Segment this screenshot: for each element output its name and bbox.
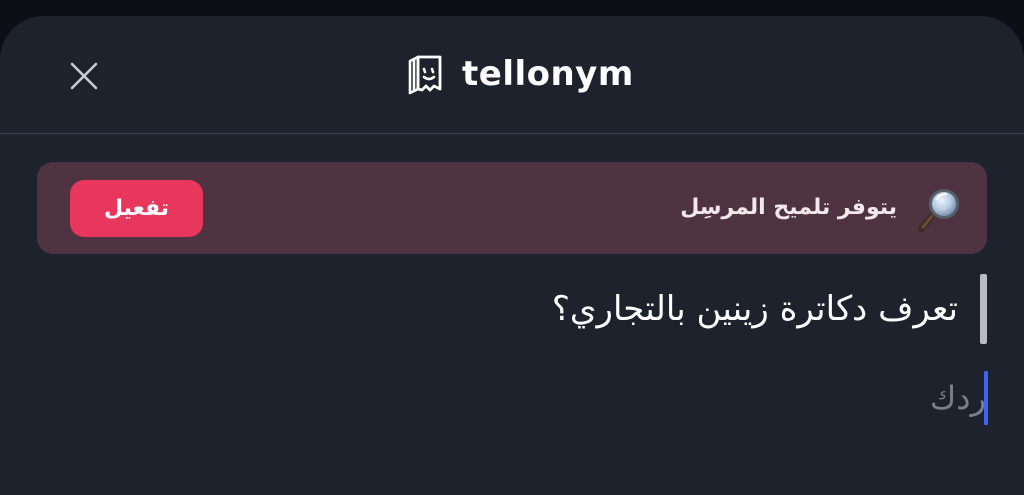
brand-name: tellonym — [462, 54, 634, 94]
reply-placeholder: ردك — [929, 379, 986, 417]
sheet-header: tellonym — [0, 16, 1024, 134]
question-text: تعرف دكاترة زينين بالتجاري؟ — [551, 289, 958, 329]
question-quote-bar — [980, 274, 987, 344]
close-button[interactable] — [62, 54, 106, 98]
sender-hint-banner: تفعيل يتوفر تلميح المرسِل — [37, 162, 987, 254]
text-caret — [984, 371, 988, 425]
tellonym-logo-icon — [406, 52, 448, 96]
magnifying-glass-icon — [915, 184, 965, 234]
reply-sheet: tellonym تفعيل يتوفر تلميح المرسِل تعرف … — [0, 16, 1024, 495]
close-icon — [70, 62, 98, 90]
activate-button[interactable]: تفعيل — [70, 180, 203, 237]
brand: tellonym — [406, 52, 634, 96]
hint-text: يتوفر تلميح المرسِل — [680, 195, 897, 220]
